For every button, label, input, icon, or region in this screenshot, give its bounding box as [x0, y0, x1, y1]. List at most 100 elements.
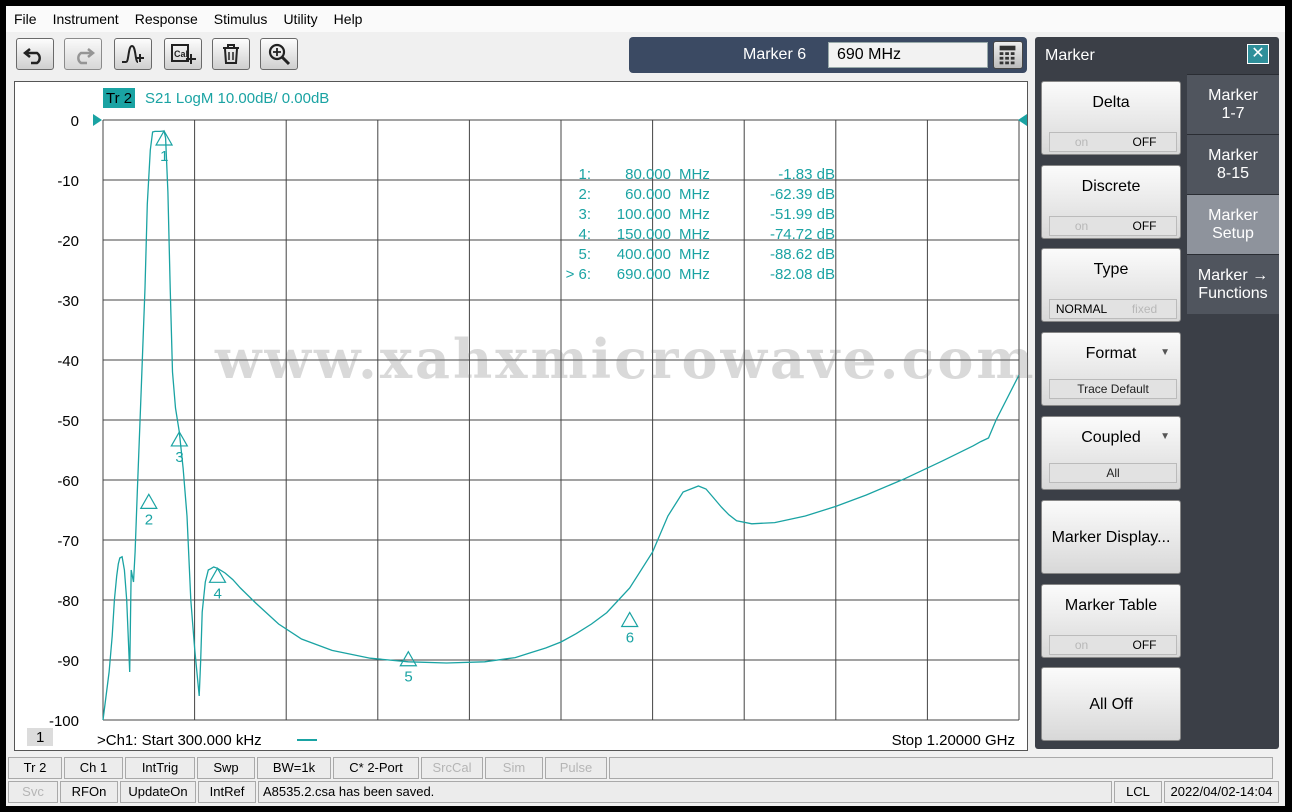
menu-utility[interactable]: Utility [275, 11, 325, 27]
marker-triangle-icon [208, 567, 227, 583]
toggle-on[interactable]: on [1050, 133, 1113, 151]
tab-label: Setup [1212, 224, 1254, 242]
marker-table-index: 3: [578, 206, 591, 223]
status-filler [609, 757, 1273, 779]
analyzer-window: File Instrument Response Stimulus Utilit… [6, 6, 1285, 806]
softkey-label: All Off [1089, 696, 1133, 713]
marker-table-toggle[interactable]: on OFF [1049, 635, 1177, 655]
marker-number-label: 6 [626, 629, 634, 646]
toggle-off[interactable]: OFF [1113, 133, 1176, 151]
marker-number-label: 2 [145, 511, 153, 528]
status-message: A8535.2.csa has been saved. [258, 781, 1112, 803]
toggle-on[interactable]: on [1050, 636, 1113, 654]
status-srccal: SrcCal [421, 757, 483, 779]
add-marker-button[interactable] [114, 38, 152, 70]
channel-badge: 1 [36, 729, 44, 746]
marker-entry-label: Marker 6 [743, 46, 807, 63]
redo-icon [77, 48, 96, 65]
status-rf[interactable]: RFOn [60, 781, 118, 803]
y-tick-label: -60 [57, 473, 79, 490]
menu-response[interactable]: Response [127, 11, 206, 27]
marker-table-unit: MHz [679, 186, 710, 203]
marker-table-frequency: 60.000 [625, 186, 671, 203]
svg-text:Cal: Cal [174, 49, 188, 59]
format-value: Trace Default [1049, 379, 1177, 399]
delta-toggle[interactable]: on OFF [1049, 132, 1177, 152]
softkey-label: Type [1093, 261, 1129, 278]
type-softkey[interactable]: Type NORMAL fixed [1041, 248, 1181, 322]
toggle-normal[interactable]: NORMAL [1050, 300, 1113, 318]
chart-svg: 0 -10 -20 -30 -40 -50 -60 -70 -80 -90 -100 Tr 2 S21 … [27, 88, 1027, 749]
marker-table-frequency: 100.000 [617, 206, 671, 223]
trash-icon [223, 44, 239, 64]
cal-add-button[interactable]: Cal [164, 38, 202, 70]
keypad-button[interactable] [993, 41, 1023, 69]
format-softkey[interactable]: Format ▼ Trace Default [1041, 332, 1181, 406]
marker-table-unit: MHz [679, 206, 710, 223]
coupled-softkey[interactable]: Coupled ▼ All [1041, 416, 1181, 490]
discrete-softkey[interactable]: Discrete on OFF [1041, 165, 1181, 239]
marker-table-value: -88.62 dB [770, 246, 835, 263]
tab-marker-functions[interactable]: Marker → Functions [1187, 254, 1279, 314]
all-off-softkey[interactable]: All Off [1041, 667, 1181, 741]
marker-table-index: > 6: [566, 266, 591, 283]
marker-number-label: 3 [175, 449, 183, 466]
delta-softkey[interactable]: Delta on OFF [1041, 81, 1181, 155]
menu-instrument[interactable]: Instrument [45, 11, 127, 27]
status-calibration[interactable]: C* 2-Port [333, 757, 419, 779]
tab-marker-8-15[interactable]: Marker 8-15 [1187, 134, 1279, 194]
discrete-toggle[interactable]: on OFF [1049, 216, 1177, 236]
status-update[interactable]: UpdateOn [120, 781, 196, 803]
y-tick-label: -100 [49, 713, 79, 730]
undo-icon [22, 48, 41, 65]
toggle-off[interactable]: OFF [1113, 217, 1176, 235]
watermark-text: www.xahxmicrowave.com [215, 327, 1037, 391]
zoom-button[interactable] [260, 38, 298, 70]
menu-file[interactable]: File [6, 11, 45, 27]
status-trace[interactable]: Tr 2 [8, 757, 62, 779]
marker-frequency-input[interactable]: 690 MHz [828, 42, 988, 68]
status-sweep[interactable]: Swp [197, 757, 255, 779]
marker-add-icon [122, 44, 144, 63]
menu-stimulus[interactable]: Stimulus [206, 11, 276, 27]
status-bandwidth[interactable]: BW=1k [257, 757, 331, 779]
y-tick-label: -30 [57, 293, 79, 310]
marker-table-frequency: 150.000 [617, 226, 671, 243]
tab-label: 8-15 [1216, 164, 1250, 182]
status-trigger[interactable]: IntTrig [125, 757, 195, 779]
y-tick-label: 0 [71, 113, 79, 130]
menu-help[interactable]: Help [326, 11, 371, 27]
status-channel[interactable]: Ch 1 [64, 757, 123, 779]
status-ref[interactable]: IntRef [198, 781, 256, 803]
marker-table-value: -82.08 dB [770, 266, 835, 283]
softkey-label: Delta [1092, 94, 1130, 111]
type-toggle[interactable]: NORMAL fixed [1049, 299, 1177, 319]
marker-triangle-icon [620, 611, 639, 628]
marker-display-softkey[interactable]: Marker Display... [1041, 500, 1181, 574]
toggle-on[interactable]: on [1050, 217, 1113, 235]
trace-tag: Tr 2 [106, 90, 132, 107]
keypad-icon [999, 45, 1016, 65]
marker-panel: Marker ✕ Delta on OFF Discrete on OFF Type… [1035, 37, 1279, 749]
tab-marker-setup[interactable]: Marker Setup [1187, 194, 1279, 254]
marker-table-softkey[interactable]: Marker Table on OFF [1041, 584, 1181, 658]
marker-table-index: 4: [578, 226, 591, 243]
tab-marker-1-7[interactable]: Marker 1-7 [1187, 74, 1279, 134]
marker-table-index: 5: [578, 246, 591, 263]
delete-button[interactable] [212, 38, 250, 70]
redo-button[interactable] [64, 38, 102, 70]
coupled-value: All [1049, 463, 1177, 483]
cal-add-icon: Cal [171, 44, 196, 64]
softkey-label: Marker Display... [1051, 529, 1171, 546]
status-time: 2022/04/02-14:04 [1164, 781, 1279, 803]
undo-button[interactable] [16, 38, 54, 70]
toggle-off[interactable]: OFF [1113, 636, 1176, 654]
status-sim: Sim [485, 757, 543, 779]
marker-number-label: 4 [213, 585, 221, 602]
trace-description: S21 LogM 10.00dB/ 0.00dB [145, 90, 329, 107]
close-panel-button[interactable]: ✕ [1247, 44, 1269, 64]
trace-chart[interactable]: 0 -10 -20 -30 -40 -50 -60 -70 -80 -90 -100 Tr 2 S21 … [14, 81, 1034, 751]
toggle-fixed[interactable]: fixed [1113, 300, 1176, 318]
y-tick-label: -80 [57, 593, 79, 610]
channel-stop-label: Stop 1.20000 GHz [892, 732, 1015, 749]
